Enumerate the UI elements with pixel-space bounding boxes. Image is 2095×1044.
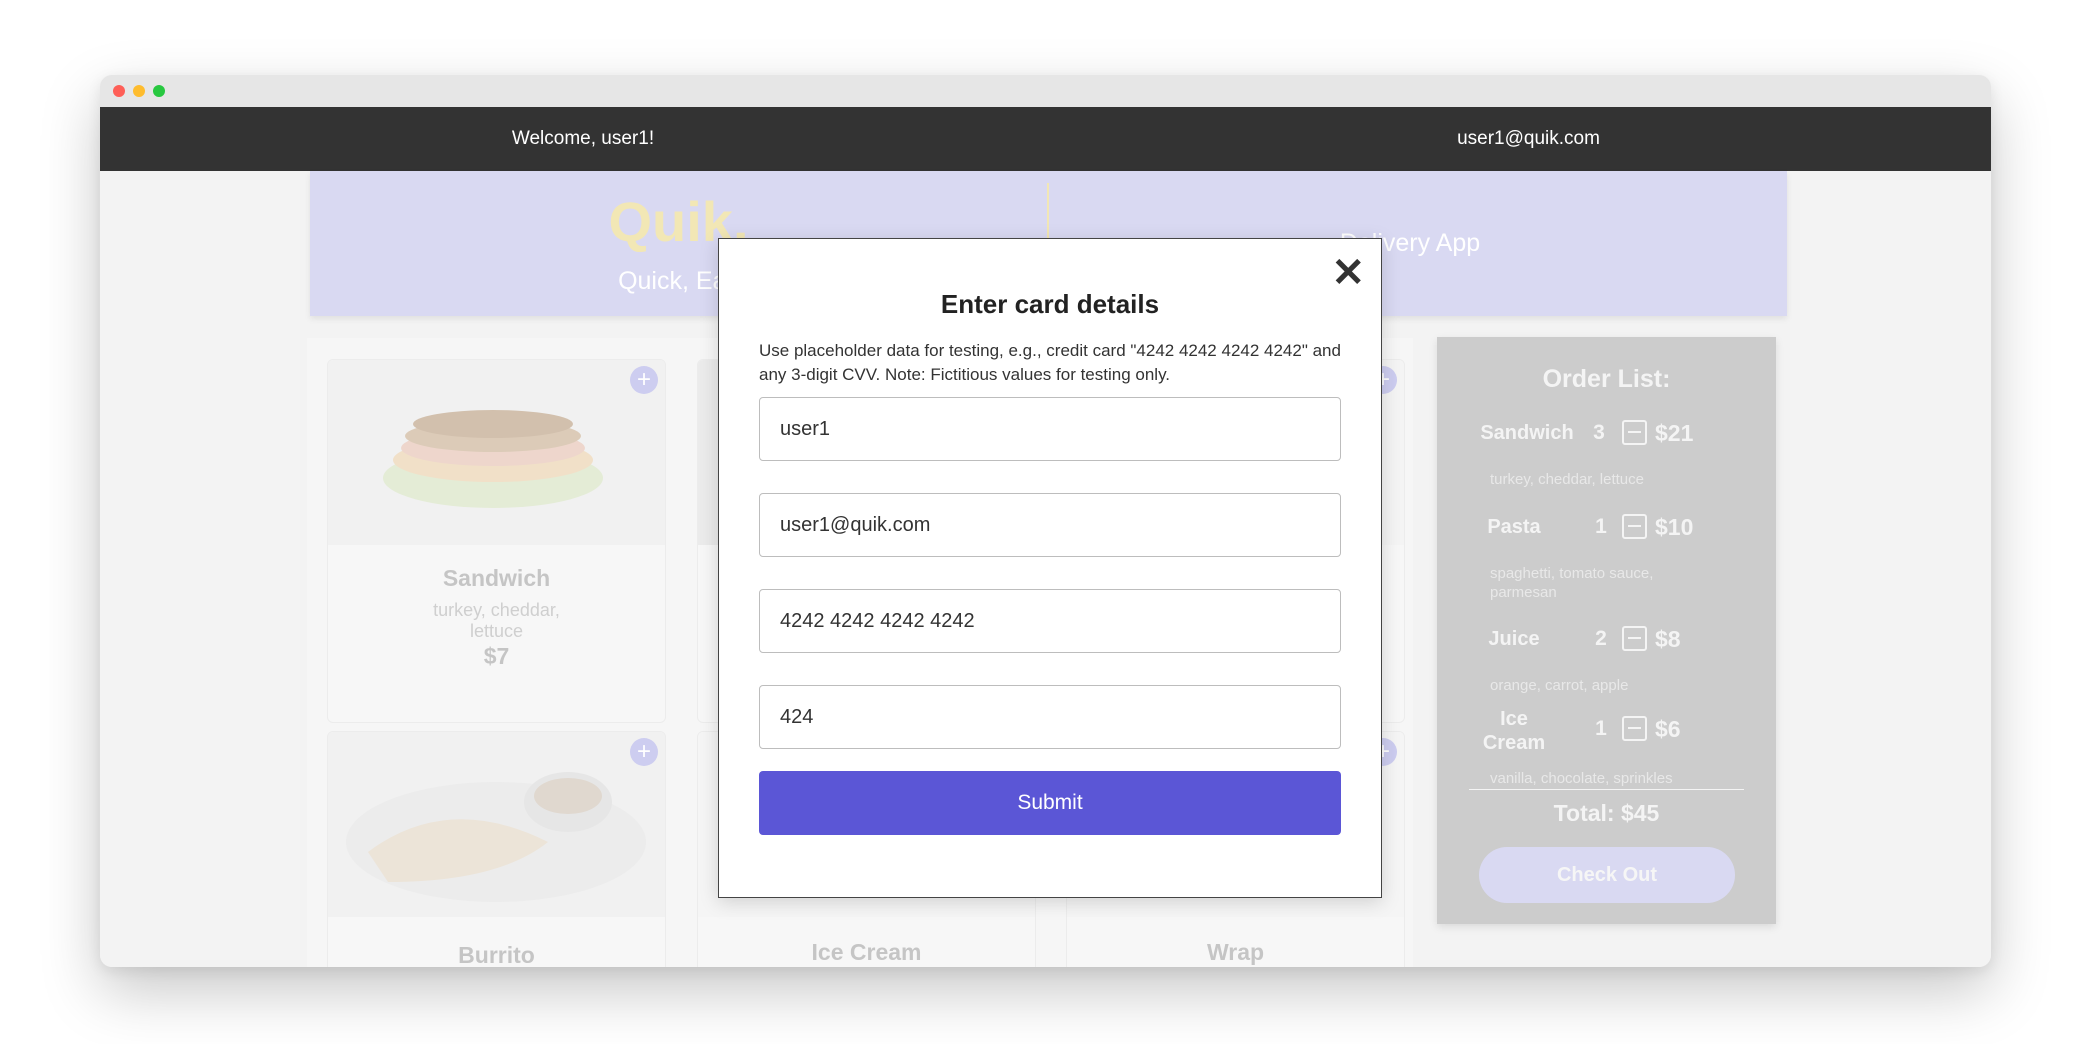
order-item-qty: 2 [1595, 627, 1607, 650]
order-item-qty: 1 [1595, 717, 1607, 740]
order-list-panel: Order List: Sandwich 3 $21 turkey, chedd… [1437, 337, 1776, 924]
decrease-qty-button[interactable] [1622, 716, 1647, 741]
order-grand-total: Total: $45 [1553, 800, 1660, 826]
menu-card[interactable]: + Burrito [327, 731, 666, 967]
close-icon[interactable]: ✕ [1331, 253, 1365, 293]
checkout-button[interactable]: Check Out [1479, 847, 1735, 903]
order-item-name: Pasta [1487, 516, 1541, 538]
order-item-ingredients: spaghetti, tomato sauce, parmesan [1490, 565, 1654, 601]
add-to-order-button[interactable]: + [630, 366, 658, 394]
card-details-modal: ✕ Enter card details Use placeholder dat… [718, 238, 1382, 898]
menu-item-price: $7 [483, 643, 510, 669]
minimize-window-button[interactable] [133, 85, 145, 97]
add-to-order-button[interactable]: + [630, 738, 658, 766]
order-item-name: Juice [1488, 628, 1540, 650]
order-list-heading: Order List: [1542, 365, 1671, 393]
modal-title: Enter card details [940, 289, 1160, 319]
modal-note: Use placeholder data for testing, e.g., … [759, 341, 1341, 384]
menu-item-name: Burrito [458, 942, 535, 967]
window-titlebar [100, 75, 1991, 107]
menu-item-description: turkey, cheddar, lettuce [433, 600, 560, 641]
close-window-button[interactable] [113, 85, 125, 97]
order-item-ingredients: turkey, cheddar, lettuce [1490, 471, 1644, 488]
burrito-image [328, 732, 665, 917]
welcome-text: Welcome, user1! [511, 128, 655, 149]
order-item-name: Ice Cream [1482, 708, 1546, 754]
order-item-ingredients: orange, carrot, apple [1490, 677, 1629, 694]
order-item-row: Pasta 1 $10 [1437, 509, 1776, 549]
order-item-total: $10 [1655, 514, 1694, 540]
sandwich-image [328, 360, 665, 545]
menu-item-name: Sandwich [442, 565, 551, 591]
order-item-total: $8 [1655, 626, 1681, 652]
order-item-name: Sandwich [1480, 422, 1574, 444]
decrease-qty-button[interactable] [1622, 420, 1647, 445]
user-email: user1@quik.com [1457, 128, 1600, 149]
decrease-qty-button[interactable] [1622, 626, 1647, 651]
order-item-total: $6 [1655, 716, 1681, 742]
order-item-row: Sandwich 3 $21 [1437, 415, 1776, 455]
menu-item-name: Wrap [1206, 939, 1265, 965]
order-item-ingredients: vanilla, chocolate, sprinkles [1490, 770, 1673, 787]
order-item-qty: 1 [1595, 515, 1607, 538]
order-item-total: $21 [1655, 420, 1694, 446]
maximize-window-button[interactable] [153, 85, 165, 97]
top-navbar: Welcome, user1! user1@quik.com [100, 107, 1991, 171]
email-field[interactable] [759, 493, 1341, 557]
order-item-qty: 3 [1593, 421, 1605, 444]
order-item-row: Ice Cream 1 $6 [1437, 705, 1776, 755]
card-number-field[interactable] [759, 589, 1341, 653]
order-item-row: Juice 2 $8 [1437, 621, 1776, 661]
cvv-field[interactable] [759, 685, 1341, 749]
decrease-qty-button[interactable] [1622, 514, 1647, 539]
name-field[interactable] [759, 397, 1341, 461]
menu-item-name: Ice Cream [811, 939, 922, 965]
submit-button[interactable]: Submit [759, 771, 1341, 835]
menu-card[interactable]: + Sandwich turkey, cheddar, lettuce $7 [327, 359, 666, 723]
order-divider [1469, 789, 1744, 790]
